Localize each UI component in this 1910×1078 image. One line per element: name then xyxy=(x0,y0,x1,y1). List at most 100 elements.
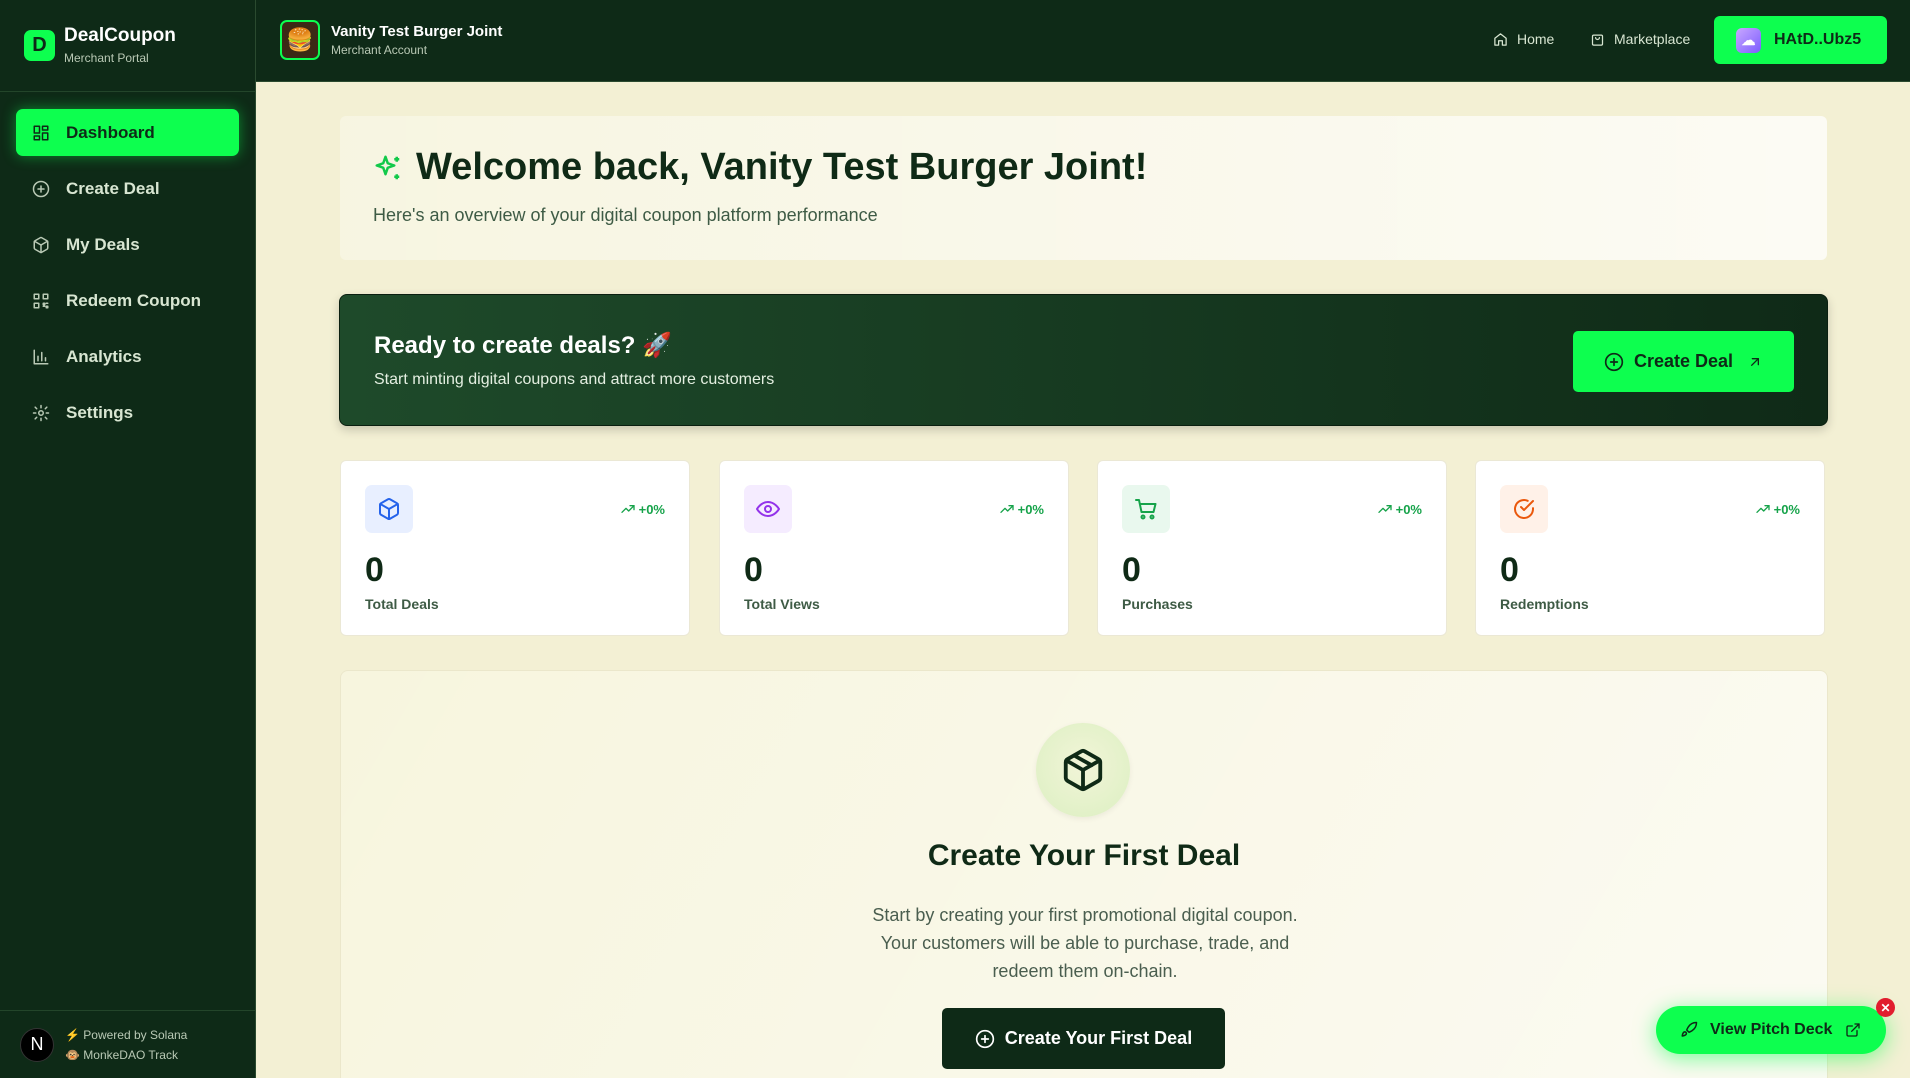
merchant-info: 🍔 Vanity Test Burger Joint Merchant Acco… xyxy=(280,20,502,60)
stat-label: Purchases xyxy=(1122,596,1193,612)
stat-value: 0 xyxy=(1500,551,1519,589)
sidebar-item-label: Analytics xyxy=(66,346,142,366)
empty-state-description: Start by creating your first promotional… xyxy=(835,901,1335,985)
stat-card-total-deals: +0% 0 Total Deals xyxy=(340,460,690,636)
home-icon xyxy=(1494,32,1507,46)
powered-by-text: ⚡ Powered by Solana xyxy=(65,1027,188,1042)
merchant-subtitle: Merchant Account xyxy=(331,43,428,57)
stat-label: Total Deals xyxy=(365,596,439,612)
trend-badge: +0% xyxy=(999,501,1044,517)
cart-icon xyxy=(1135,499,1157,520)
trending-up-icon xyxy=(1377,505,1392,513)
empty-state-title: Create Your First Deal xyxy=(927,839,1241,872)
sparkles-icon xyxy=(375,155,400,179)
brand-name: DealCoupon xyxy=(64,25,176,47)
sidebar-item-my-deals[interactable]: My Deals xyxy=(16,221,239,268)
package-icon xyxy=(1063,748,1103,792)
check-circle-icon xyxy=(1514,499,1534,519)
empty-state-line-3: redeem them on-chain. xyxy=(992,961,1178,981)
create-deal-button[interactable]: Create Deal xyxy=(1573,331,1794,392)
create-first-deal-button[interactable]: Create Your First Deal xyxy=(942,1008,1225,1069)
gear-icon xyxy=(32,404,50,421)
pitch-deck-label: View Pitch Deck xyxy=(1710,1021,1833,1038)
topbar: 🍔 Vanity Test Burger Joint Merchant Acco… xyxy=(256,0,1910,82)
stat-card-redemptions: +0% 0 Redemptions xyxy=(1475,460,1825,636)
sidebar-nav: Dashboard Create Deal My Deals Redeem Co… xyxy=(0,92,255,462)
wallet-button[interactable]: ☁ HAtD..Ubz5 xyxy=(1714,16,1887,64)
sidebar-item-label: Redeem Coupon xyxy=(66,290,202,310)
banner-title: Ready to create deals? 🚀 xyxy=(374,332,672,359)
stat-value: 0 xyxy=(365,551,384,589)
empty-state-line-2: Your customers will be able to purchase,… xyxy=(880,933,1290,953)
create-deal-button-label: Create Deal xyxy=(1633,351,1734,371)
stat-card-purchases: +0% 0 Purchases xyxy=(1097,460,1447,636)
marketplace-link-label: Marketplace xyxy=(1614,31,1691,47)
trending-up-icon xyxy=(620,505,635,513)
sidebar-item-label: Dashboard xyxy=(66,122,155,142)
welcome-subtitle: Here's an overview of your digital coupo… xyxy=(373,205,878,225)
home-link-label: Home xyxy=(1517,31,1555,47)
trending-up-icon xyxy=(999,505,1014,513)
shopping-bag-icon xyxy=(1591,34,1604,46)
sidebar-item-dashboard[interactable]: Dashboard xyxy=(16,109,239,156)
n-badge[interactable]: N xyxy=(20,1027,54,1062)
qr-code-icon xyxy=(33,293,49,308)
sidebar-item-redeem-coupon[interactable]: Redeem Coupon xyxy=(16,277,239,324)
close-pitch-button[interactable]: ✕ xyxy=(1876,998,1895,1017)
sidebar-item-label: Create Deal xyxy=(66,178,160,198)
phantom-wallet-icon: ☁ xyxy=(1736,27,1761,53)
external-link-icon xyxy=(1846,1023,1861,1037)
sidebar-footer: N ⚡ Powered by Solana 🐵 MonkeDAO Track xyxy=(0,1010,255,1078)
stat-label: Total Views xyxy=(744,596,820,612)
merchant-name: Vanity Test Burger Joint xyxy=(331,23,503,40)
empty-state-icon-wrap xyxy=(1036,723,1130,817)
trending-up-icon xyxy=(1755,505,1770,513)
sidebar-item-settings[interactable]: Settings xyxy=(16,389,239,436)
dashboard-icon xyxy=(33,125,49,140)
brand-logo: D xyxy=(24,30,55,61)
plus-circle-icon xyxy=(32,180,50,197)
trend-badge: +0% xyxy=(1377,501,1422,517)
empty-state-line-1: Start by creating your first promotional… xyxy=(872,905,1298,925)
trend-value: +0% xyxy=(1395,501,1422,517)
brand[interactable]: D DealCoupon Merchant Portal xyxy=(0,0,255,92)
plus-circle-icon xyxy=(1604,352,1624,371)
sidebar-item-label: My Deals xyxy=(66,234,140,254)
rocket-icon xyxy=(1681,1021,1698,1037)
empty-state-card: Create Your First Deal Start by creating… xyxy=(340,670,1828,1078)
merchant-avatar: 🍔 xyxy=(280,20,320,60)
sidebar-item-label: Settings xyxy=(66,402,134,422)
package-icon xyxy=(33,236,49,253)
track-text: 🐵 MonkeDAO Track xyxy=(65,1047,178,1062)
trend-value: +0% xyxy=(1017,501,1044,517)
arrow-up-right-icon xyxy=(1751,357,1760,366)
sidebar-item-analytics[interactable]: Analytics xyxy=(16,333,239,380)
package-icon xyxy=(379,498,399,520)
trend-value: +0% xyxy=(638,501,665,517)
bar-chart-icon xyxy=(33,349,49,364)
welcome-title-text: Welcome back, Vanity Test Burger Joint! xyxy=(416,146,1148,188)
wallet-address: HAtD..Ubz5 xyxy=(1774,31,1862,48)
stat-icon-wrap xyxy=(1500,485,1548,533)
create-first-deal-label: Create Your First Deal xyxy=(1004,1028,1193,1048)
stat-icon-wrap xyxy=(365,485,413,533)
welcome-title: Welcome back, Vanity Test Burger Joint! xyxy=(373,146,1794,189)
banner-subtitle: Start minting digital coupons and attrac… xyxy=(374,371,775,388)
welcome-card: Welcome back, Vanity Test Burger Joint! … xyxy=(340,116,1827,260)
plus-circle-icon xyxy=(975,1029,994,1048)
sidebar: D DealCoupon Merchant Portal Dashboard C… xyxy=(0,0,256,1078)
trend-badge: +0% xyxy=(1755,501,1800,517)
stat-icon-wrap xyxy=(1122,485,1170,533)
stat-icon-wrap xyxy=(744,485,792,533)
sidebar-item-create-deal[interactable]: Create Deal xyxy=(16,165,239,212)
eye-icon xyxy=(756,501,780,517)
brand-subtitle: Merchant Portal xyxy=(64,50,149,65)
home-link[interactable]: Home xyxy=(1493,31,1554,47)
stat-value: 0 xyxy=(1122,551,1141,589)
trend-badge: +0% xyxy=(620,501,665,517)
stat-card-total-views: +0% 0 Total Views xyxy=(719,460,1069,636)
create-deals-banner: Ready to create deals? 🚀 Start minting d… xyxy=(339,294,1828,426)
marketplace-link[interactable]: Marketplace xyxy=(1590,31,1690,47)
stat-value: 0 xyxy=(744,551,763,589)
view-pitch-deck-button[interactable]: View Pitch Deck xyxy=(1656,1006,1886,1054)
